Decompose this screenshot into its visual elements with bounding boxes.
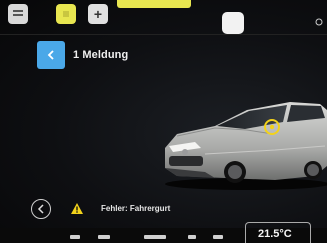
home-icon	[13, 10, 23, 16]
chevron-left-icon	[47, 50, 54, 60]
chevron-left-icon	[37, 204, 44, 214]
page-title: 1 Meldung	[73, 49, 129, 61]
warning-message: Fehler: Fahrergurt	[101, 204, 171, 213]
temperature-value: 21.5°C	[258, 228, 292, 240]
add-button[interactable]: +	[88, 4, 108, 24]
status-icon	[144, 235, 166, 239]
car-image	[165, 102, 327, 190]
profile-button[interactable]	[222, 12, 244, 34]
plus-icon: +	[93, 6, 103, 22]
status-icon	[98, 235, 110, 239]
infotainment-screen: + 1 Meldung Fehler: Fahrergurt 21.5°C	[0, 0, 327, 243]
status-icon	[70, 235, 80, 239]
warning-back-button[interactable]	[31, 199, 51, 219]
top-bar: +	[0, 0, 327, 40]
star-icon	[63, 11, 69, 17]
home-button[interactable]	[8, 4, 28, 24]
active-indicator	[117, 0, 191, 8]
camera-icon	[315, 18, 323, 26]
status-icon	[213, 235, 223, 239]
back-button[interactable]	[37, 41, 65, 69]
status-icon	[188, 235, 196, 239]
warning-triangle-icon	[71, 203, 83, 214]
divider	[0, 34, 327, 35]
favorite-button[interactable]	[56, 4, 76, 24]
